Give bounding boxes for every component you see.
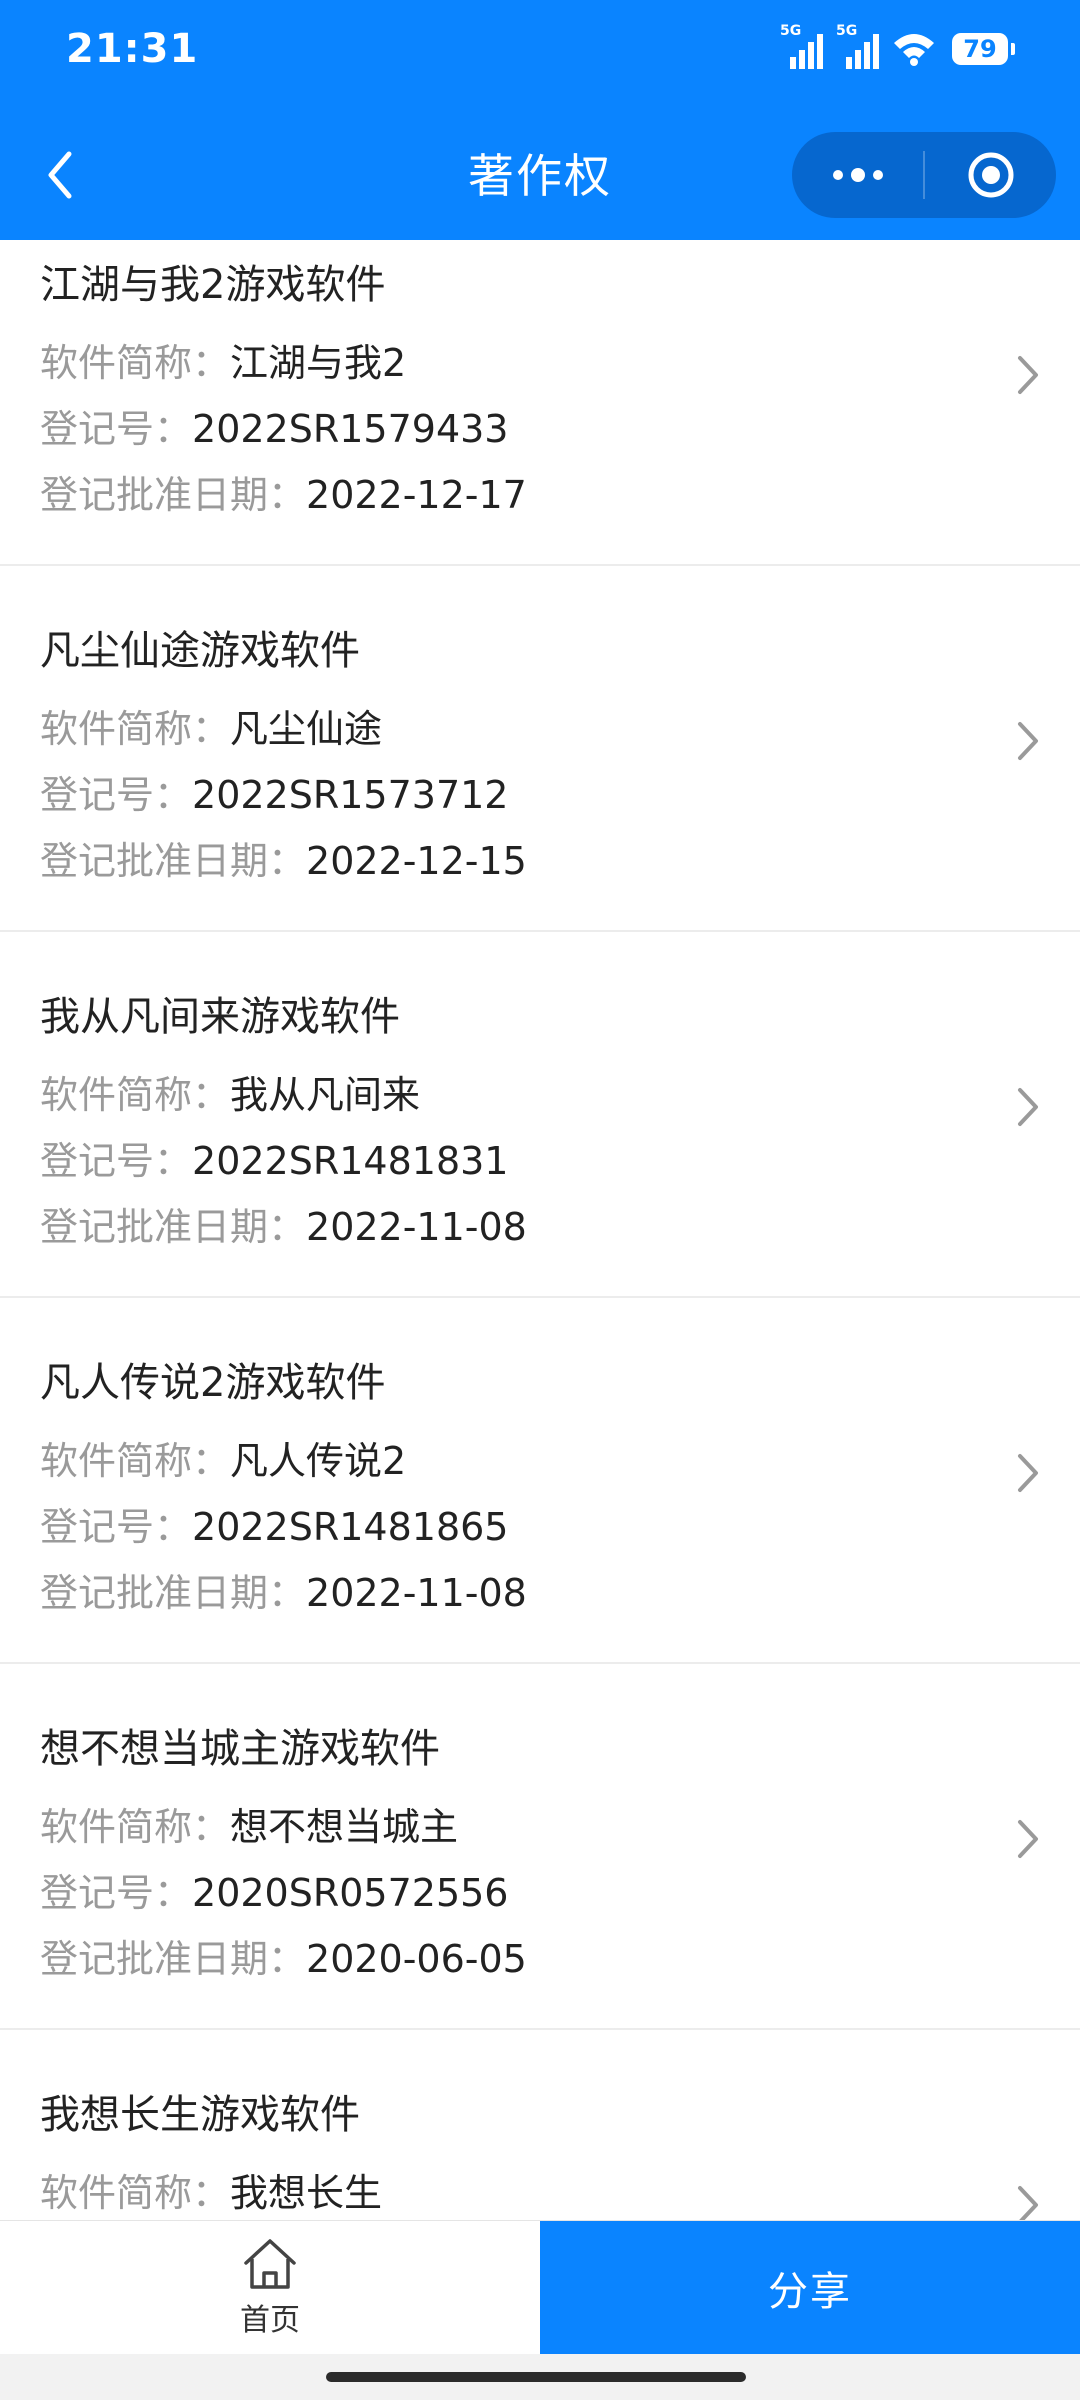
more-button[interactable] — [792, 132, 923, 218]
reg-no-row: 登记号：2020SR0572556 — [40, 1862, 508, 1917]
chevron-right-icon — [1008, 1448, 1048, 1498]
reg-no-row: 登记号：2022SR1481865 — [40, 1496, 508, 1551]
screen: 21:31 5G 5G 79 著作权 江湖与我2游戏软件 软件简称：江湖与我2 … — [0, 0, 1080, 2400]
gesture-area — [0, 2354, 1080, 2400]
short-name-row: 软件简称：凡人传说2 — [40, 1430, 406, 1485]
approval-date-row: 登记批准日期：2022-11-08 — [40, 1196, 527, 1251]
approval-date-row: 登记批准日期：2022-11-08 — [40, 1562, 527, 1617]
item-title: 想不想当城主游戏软件 — [40, 1726, 440, 1772]
approval-date-row: 登记批准日期：2020-06-05 — [40, 1928, 527, 1983]
home-indicator[interactable] — [326, 2372, 746, 2382]
short-name-row: 软件简称：我从凡间来 — [40, 1064, 420, 1119]
list-item[interactable]: 我从凡间来游戏软件 软件简称：我从凡间来 登记号：2022SR1481831 登记批准… — [0, 932, 1080, 1298]
target-circle-icon — [968, 152, 1013, 198]
signal-icon-2: 5G — [836, 23, 882, 71]
chevron-right-icon — [1008, 1814, 1048, 1864]
status-icons: 5G 5G 79 — [780, 23, 1015, 74]
reg-no-value: 2022SR1579433 — [192, 407, 509, 451]
mini-program-capsule — [792, 132, 1056, 218]
approval-date-label: 登记批准日期： — [40, 1937, 307, 1981]
item-title: 凡尘仙途游戏软件 — [40, 628, 360, 674]
signal-icon-1: 5G — [780, 23, 826, 71]
chevron-right-icon — [1008, 2180, 1048, 2220]
short-name-row: 软件简称：想不想当城主 — [40, 1796, 458, 1851]
chevron-right-icon — [1008, 716, 1048, 766]
approval-date-value: 2020-06-05 — [306, 1937, 527, 1981]
short-name-value: 江湖与我2 — [230, 341, 407, 385]
home-tab[interactable]: 首页 — [0, 2221, 540, 2355]
battery-icon: 79 — [952, 33, 1015, 65]
approval-date-value: 2022-11-08 — [306, 1205, 527, 1249]
reg-no-label: 登记号： — [40, 1505, 193, 1549]
home-icon — [244, 2239, 296, 2289]
short-name-row: 软件简称：凡尘仙途 — [40, 698, 382, 753]
short-name-value: 我从凡间来 — [230, 1073, 421, 1117]
close-button[interactable] — [925, 132, 1056, 218]
short-name-value: 凡尘仙途 — [230, 707, 383, 751]
copyright-list[interactable]: 江湖与我2游戏软件 软件简称：江湖与我2 登记号：2022SR1579433 登记批准… — [0, 240, 1080, 2220]
reg-no-value: 2022SR1481831 — [192, 1139, 509, 1183]
approval-date-value: 2022-12-15 — [306, 839, 527, 883]
list-item[interactable]: 想不想当城主游戏软件 软件简称：想不想当城主 登记号：2020SR0572556 登记… — [0, 1664, 1080, 2030]
top-bar: 21:31 5G 5G 79 著作权 — [0, 0, 1080, 240]
short-name-label: 软件简称： — [40, 2171, 231, 2215]
reg-no-label: 登记号： — [40, 1871, 193, 1915]
home-label: 首页 — [240, 2303, 300, 2338]
bottom-bar: 首页 分享 — [0, 2220, 1080, 2355]
list-inner: 江湖与我2游戏软件 软件简称：江湖与我2 登记号：2022SR1579433 登记批准… — [0, 240, 1080, 2220]
short-name-label: 软件简称： — [40, 1805, 231, 1849]
reg-no-value: 2020SR0572556 — [192, 1871, 509, 1915]
short-name-row: 软件简称：我想长生 — [40, 2162, 382, 2217]
item-title: 江湖与我2游戏软件 — [40, 262, 386, 308]
approval-date-row: 登记批准日期：2022-12-15 — [40, 830, 527, 885]
item-title: 我从凡间来游戏软件 — [40, 994, 400, 1040]
approval-date-row: 登记批准日期：2022-12-17 — [40, 464, 527, 519]
reg-no-label: 登记号： — [40, 1139, 193, 1183]
network-type-1: 5G — [780, 23, 802, 39]
reg-no-value: 2022SR1573712 — [192, 773, 509, 817]
network-type-2: 5G — [836, 23, 858, 39]
short-name-label: 软件简称： — [40, 1439, 231, 1483]
wifi-icon — [894, 34, 934, 66]
approval-date-value: 2022-12-17 — [306, 473, 527, 517]
more-dots-icon — [832, 168, 883, 182]
reg-no-value: 2022SR1481865 — [192, 1505, 509, 1549]
reg-no-row: 登记号：2022SR1573712 — [40, 764, 508, 819]
list-item[interactable]: 凡人传说2游戏软件 软件简称：凡人传说2 登记号：2022SR1481865 登记批准… — [0, 1298, 1080, 1664]
status-time: 21:31 — [66, 26, 199, 72]
item-title: 我想长生游戏软件 — [40, 2092, 360, 2138]
short-name-value: 凡人传说2 — [230, 1439, 407, 1483]
short-name-label: 软件简称： — [40, 707, 231, 751]
reg-no-row: 登记号：2022SR1579433 — [40, 398, 508, 453]
approval-date-label: 登记批准日期： — [40, 1205, 307, 1249]
approval-date-label: 登记批准日期： — [40, 839, 307, 883]
list-item[interactable]: 江湖与我2游戏软件 软件简称：江湖与我2 登记号：2022SR1579433 登记批准… — [0, 240, 1080, 566]
short-name-label: 软件简称： — [40, 1073, 231, 1117]
item-title: 凡人传说2游戏软件 — [40, 1360, 386, 1406]
share-button[interactable]: 分享 — [540, 2221, 1080, 2355]
short-name-row: 软件简称：江湖与我2 — [40, 332, 406, 387]
short-name-value: 想不想当城主 — [230, 1805, 459, 1849]
reg-no-row: 登记号：2022SR1481831 — [40, 1130, 508, 1185]
approval-date-label: 登记批准日期： — [40, 1571, 307, 1615]
reg-no-label: 登记号： — [40, 407, 193, 451]
list-item[interactable]: 凡尘仙途游戏软件 软件简称：凡尘仙途 登记号：2022SR1573712 登记批准日期… — [0, 566, 1080, 932]
short-name-label: 软件简称： — [40, 341, 231, 385]
chevron-right-icon — [1008, 350, 1048, 400]
chevron-right-icon — [1008, 1082, 1048, 1132]
approval-date-label: 登记批准日期： — [40, 473, 307, 517]
short-name-value: 我想长生 — [230, 2171, 383, 2215]
approval-date-value: 2022-11-08 — [306, 1571, 527, 1615]
list-item[interactable]: 我想长生游戏软件软件简称：我想长生登记号：登记批准日期： — [0, 2030, 1080, 2220]
reg-no-label: 登记号： — [40, 773, 193, 817]
